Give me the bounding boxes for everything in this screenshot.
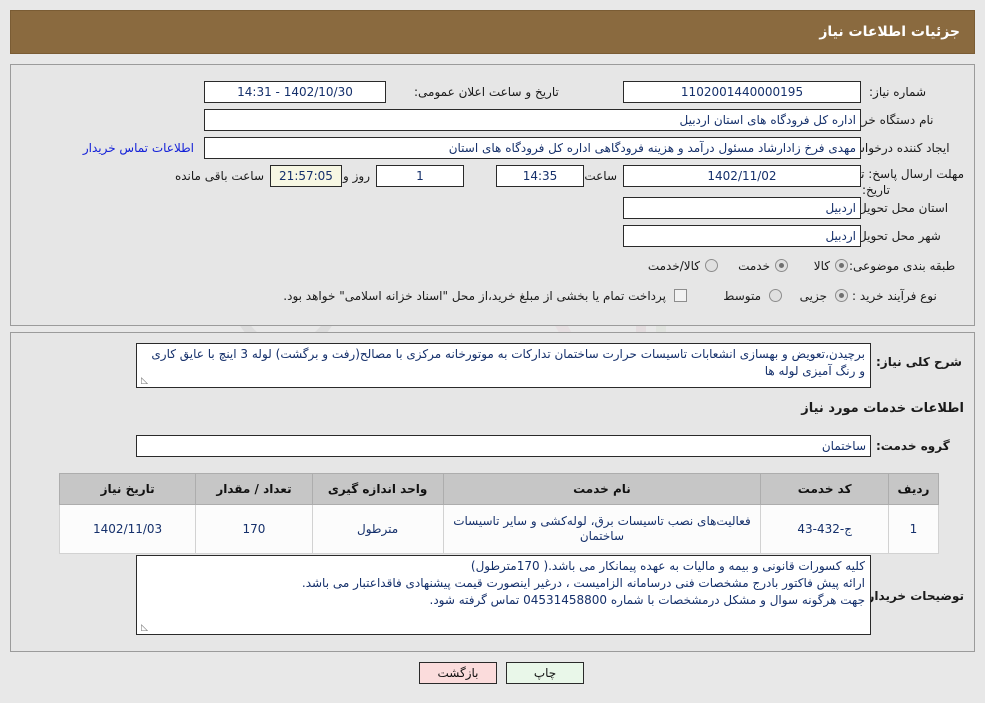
th-unit: واحد اندازه گیری [311, 473, 444, 505]
cell-name: فعالیت‌های نصب تاسیسات برق، لوله‌کشی و س… [442, 504, 762, 554]
buyer-notes-text[interactable]: کلیه کسورات قانونی و بیمه و مالیات به عه… [136, 555, 871, 635]
back-button[interactable]: بازگشت [419, 662, 497, 684]
print-button[interactable]: چاپ [506, 662, 584, 684]
need-number-label: شماره نیاز: [869, 85, 926, 99]
delivery-city-value: اردبیل [623, 225, 861, 247]
radio-label-kala: کالا [813, 259, 830, 273]
th-qty: تعداد / مقدار [195, 473, 313, 505]
purchase-process-label: نوع فرآیند خرید : [852, 289, 937, 303]
radio-label-khedmat: خدمت [738, 259, 770, 273]
th-code: کد خدمت [760, 473, 889, 505]
announce-date-value: 1402/10/30 - 14:31 [204, 81, 386, 103]
treasury-docs-note: پرداخت تمام یا بخشی از مبلغ خرید،از محل … [283, 289, 666, 303]
checkbox-treasury-docs[interactable] [674, 289, 687, 302]
deadline-time-value: 14:35 [496, 165, 584, 187]
radio-category-kala-khedmat[interactable] [705, 259, 718, 272]
general-description-text[interactable]: برچیدن،تعویض و بهسازی انشعابات تاسیسات ح… [136, 343, 871, 388]
radio-process-jozei[interactable] [835, 289, 848, 302]
deadline-date-value: 1402/11/02 [623, 165, 861, 187]
days-label: روز و [343, 169, 370, 183]
th-index: ردیف [887, 473, 940, 505]
service-group-label: گروه خدمت: [876, 439, 950, 453]
th-name: نام خدمت [442, 473, 762, 505]
countdown-value: 21:57:05 [270, 165, 342, 187]
buyer-contact-info-link[interactable]: اطلاعات تماس خریدار [83, 137, 194, 159]
need-info-panel: شماره نیاز: 1102001440000195 تاریخ و ساع… [10, 64, 975, 326]
category-label: طبقه بندی موضوعی: [849, 259, 956, 273]
need-number-value: 1102001440000195 [623, 81, 861, 103]
buyer-notes-label: توضیحات خریدار: [862, 589, 964, 603]
radio-label-jozei: جزیی [799, 289, 827, 303]
radio-process-motevasset[interactable] [769, 289, 782, 302]
remaining-hours-label: ساعت باقی مانده [174, 169, 264, 183]
radio-label-motevasset: متوسط [723, 289, 761, 303]
cell-unit: مترطول [311, 504, 444, 554]
resize-grip-icon[interactable]: ◺ [140, 377, 148, 386]
service-group-value: ساختمان [136, 435, 871, 457]
general-description-value: برچیدن،تعویض و بهسازی انشعابات تاسیسات ح… [151, 347, 865, 378]
remaining-days-value: 1 [376, 165, 464, 187]
announce-date-label: تاریخ و ساعت اعلان عمومی: [414, 85, 559, 99]
th-date: تاریخ نیاز [58, 473, 197, 505]
buyer-notes-line-1: کلیه کسورات قانونی و بیمه و مالیات به عه… [470, 559, 865, 573]
resize-grip-icon[interactable]: ◺ [140, 624, 148, 633]
delivery-province-value: اردبیل [623, 197, 861, 219]
cell-code: ج-432-43 [760, 504, 889, 554]
delivery-city-label: شهر محل تحویل: [854, 229, 941, 243]
buyer-notes-line-2: ارائه پیش فاکتور بادرج مشخصات فنی درساما… [301, 576, 865, 590]
radio-category-khedmat[interactable] [775, 259, 788, 272]
delivery-province-label: استان محل تحویل: [854, 201, 949, 215]
buyer-org-value: اداره کل فرودگاه های استان اردبیل [204, 109, 861, 131]
need-description-panel: شرح کلی نیاز: برچیدن،تعویض و بهسازی انشع… [10, 332, 975, 652]
page-header: جزئیات اطلاعات نیاز [10, 10, 975, 54]
page-title: جزئیات اطلاعات نیاز [819, 24, 960, 40]
buyer-notes-line-3: جهت هرگونه سوال و مشکل درمشخصات با شماره… [429, 593, 865, 607]
table-row: 1 ج-432-43 فعالیت‌های نصب تاسیسات برق، ل… [58, 504, 940, 554]
cell-index: 1 [887, 504, 940, 554]
general-description-label: شرح کلی نیاز: [876, 355, 962, 369]
cell-qty: 170 [195, 504, 313, 554]
services-section-title: اطلاعات خدمات مورد نیاز [801, 401, 964, 416]
services-table: ردیف کد خدمت نام خدمت واحد اندازه گیری ت… [58, 473, 940, 554]
radio-category-kala[interactable] [835, 259, 848, 272]
hour-label: ساعت [584, 169, 617, 183]
table-header-row: ردیف کد خدمت نام خدمت واحد اندازه گیری ت… [58, 473, 940, 505]
request-creator-value: مهدی فرخ زادارشاد مسئول درآمد و هزینه فر… [204, 137, 861, 159]
radio-label-kala-khedmat: کالا/خدمت [647, 259, 700, 273]
cell-date: 1402/11/03 [58, 504, 197, 554]
